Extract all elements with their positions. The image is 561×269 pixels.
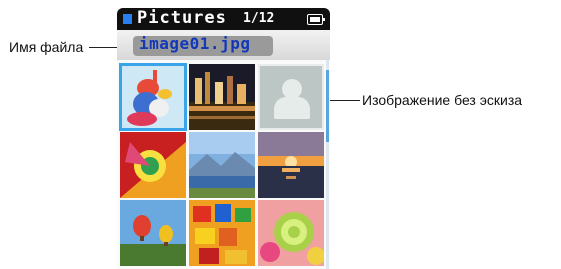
scrollbar-thumb[interactable] xyxy=(326,70,329,142)
battery-icon xyxy=(307,14,325,25)
thumbnail-rabbit[interactable] xyxy=(119,63,187,131)
filename-bar: image01.jpg xyxy=(117,30,330,60)
device-screen: Pictures 1/12 image01.jpg xyxy=(117,8,330,269)
thumbnail-grid xyxy=(117,60,325,269)
thumbnail-city-night[interactable] xyxy=(189,64,255,130)
thumbnail-candy[interactable] xyxy=(258,200,324,266)
thumbnail-sunset[interactable] xyxy=(258,132,324,198)
no-thumbnail-callout-label: Изображение без эскиза xyxy=(362,92,523,108)
city-night-photo-icon xyxy=(189,64,255,130)
pictures-mode-icon xyxy=(123,14,132,24)
screen-title: Pictures xyxy=(137,8,227,28)
image-counter: 1/12 xyxy=(243,11,275,26)
thumbnail-shell[interactable] xyxy=(120,132,186,198)
thumbnail-blocks[interactable] xyxy=(189,200,255,266)
placeholder-person-body xyxy=(274,97,310,119)
thumbnail-no-preview[interactable] xyxy=(258,64,324,130)
filename-callout-label: Имя файла xyxy=(9,39,84,55)
placeholder-person-icon xyxy=(282,79,302,99)
thumbnail-mountain-lake[interactable] xyxy=(189,132,255,198)
scrollbar[interactable] xyxy=(326,60,329,269)
filename-text: image01.jpg xyxy=(139,34,251,53)
sunset-sea-photo-icon xyxy=(258,132,324,198)
title-bar: Pictures 1/12 xyxy=(117,8,330,30)
balloon-photo-icon xyxy=(120,200,186,266)
colorful-shell-photo-icon xyxy=(120,132,186,198)
thumbnail-balloon[interactable] xyxy=(120,200,186,266)
rabbit-figurine-photo-icon xyxy=(120,64,186,130)
mountain-lake-photo-icon xyxy=(189,132,255,198)
colorful-blocks-photo-icon xyxy=(189,200,255,266)
candy-photo-icon xyxy=(258,200,324,266)
